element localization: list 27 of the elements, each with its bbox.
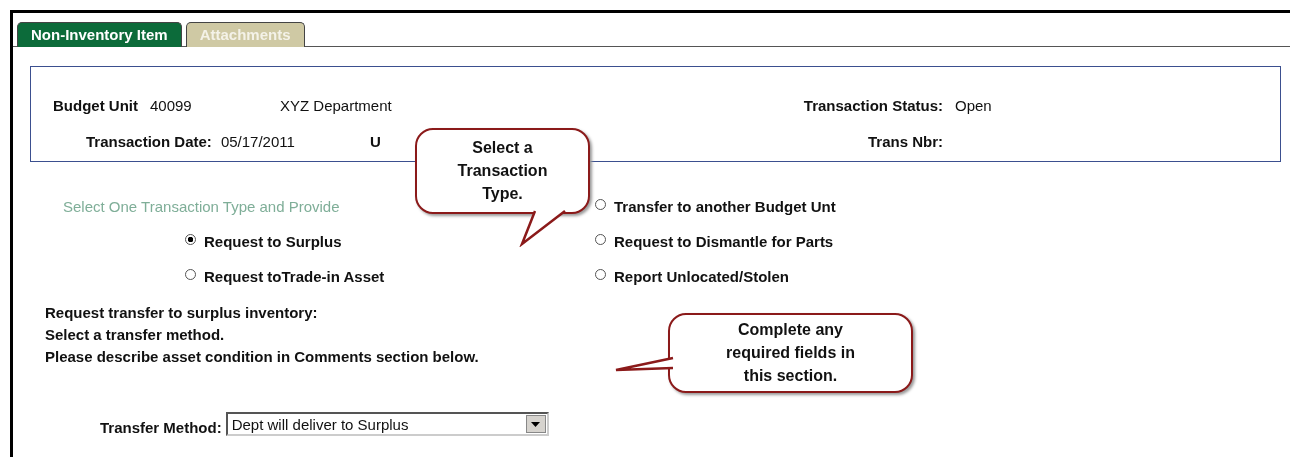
radio-button[interactable]	[595, 234, 606, 245]
callout: Complete any required fields in this section.	[668, 313, 913, 393]
option-label: Request to Dismantle for Parts	[614, 233, 834, 250]
field-value: 40099	[150, 97, 193, 114]
option-label: Transfer to another Budget Unt	[614, 198, 836, 215]
instruction-text: Select a transfer method.	[45, 325, 225, 345]
option-label: Request to Surplus	[204, 233, 342, 250]
field-label: Transaction Status:	[802, 97, 943, 114]
field-value: 05/17/2011	[220, 133, 296, 150]
field-label: Transaction Date:	[86, 133, 212, 150]
field-label: Budget Unit	[53, 97, 138, 114]
field-value: Open	[955, 97, 993, 114]
section-heading: Select One Transaction Type and Provide	[63, 198, 341, 215]
radio-button[interactable]	[595, 269, 606, 280]
option-label: Request toTrade-in Asset	[204, 268, 385, 285]
dropdown[interactable]: Dept will deliver to Surplus	[225, 412, 549, 436]
field-label: Trans Nbr:	[867, 133, 943, 150]
tab[interactable]: Non-Inventory Item	[17, 22, 182, 47]
instruction-text: Request transfer to surplus inventory:	[45, 303, 318, 323]
radio-button[interactable]	[185, 234, 196, 245]
field-label: U	[369, 133, 381, 150]
radio-button[interactable]	[595, 199, 606, 210]
option-label: Report Unlocated/Stolen	[614, 268, 789, 285]
instruction-text: Please describe asset condition in Comments section below.	[45, 347, 479, 367]
radio-button[interactable]	[185, 269, 196, 280]
field-label: Transfer Method:	[100, 419, 222, 436]
field-value: XYZ Department	[280, 97, 392, 114]
